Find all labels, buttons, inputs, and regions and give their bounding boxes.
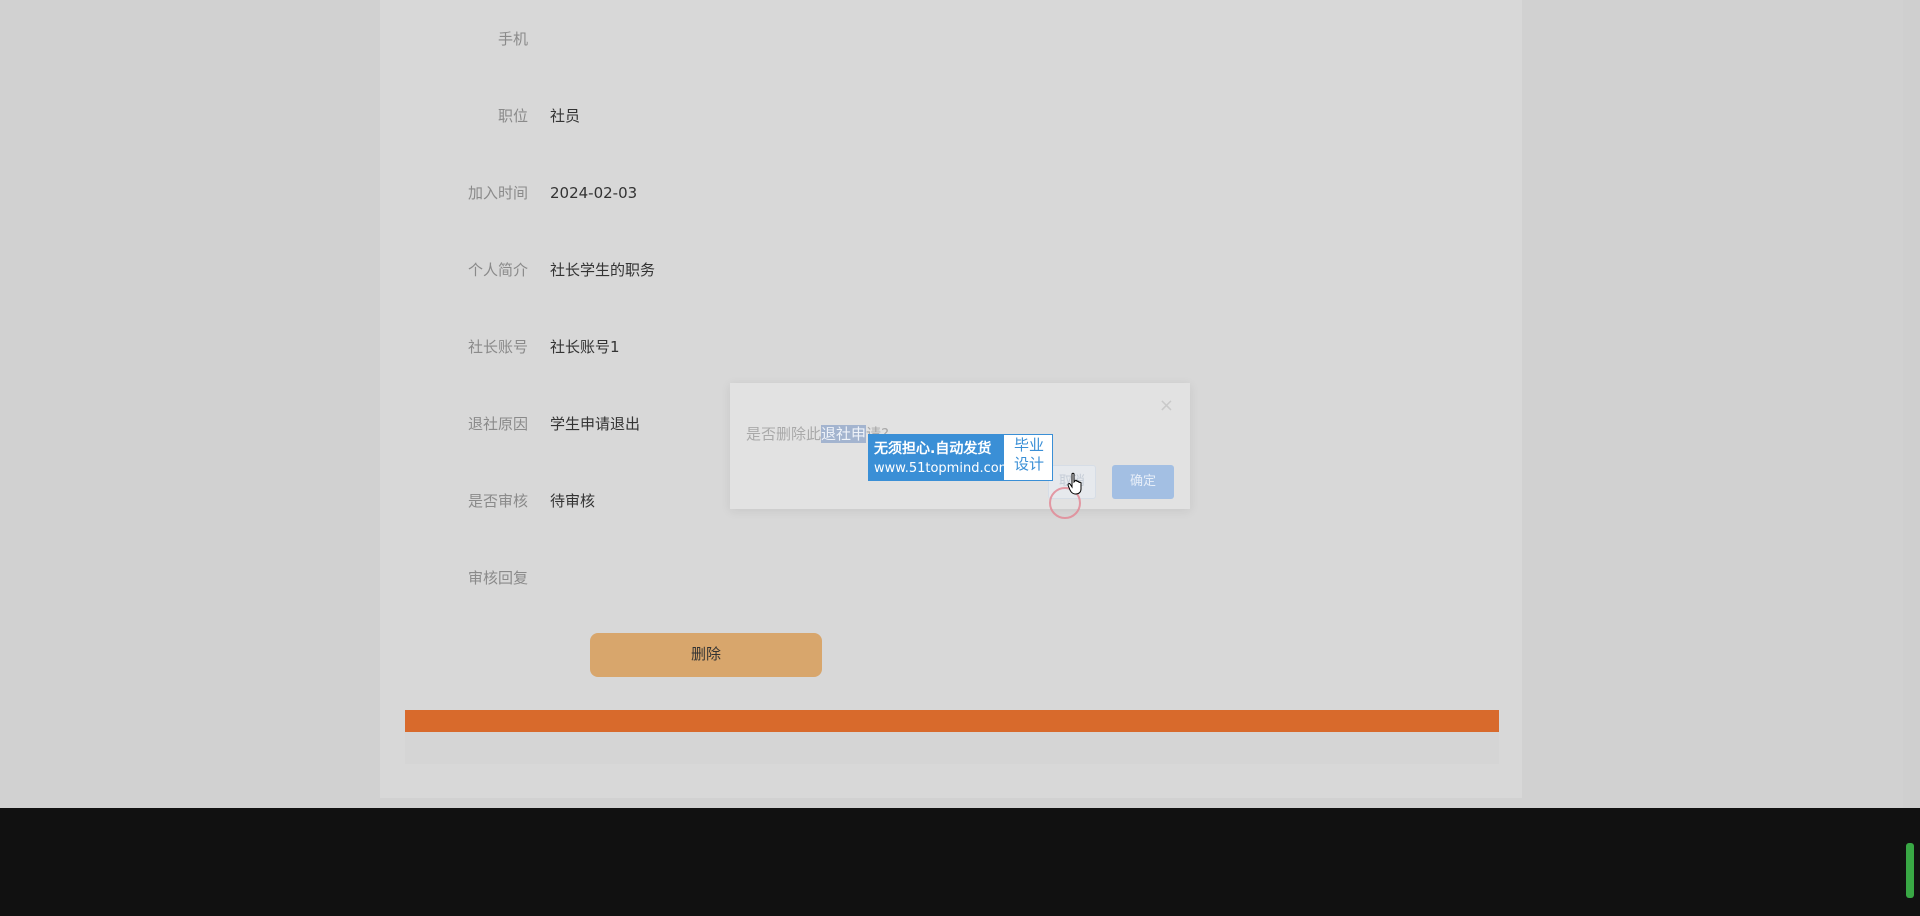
field-label: 社长账号 (467, 338, 528, 356)
confirm-button[interactable]: 确定 (1112, 465, 1174, 499)
footer-bar (405, 710, 1499, 732)
watermark-left: 无须担心.自动发货 www.51topmind.com (869, 435, 1011, 480)
field-label: 加入时间 (467, 184, 528, 202)
field-value: 社长账号1 (550, 338, 620, 356)
page-scrollbar[interactable] (1903, 0, 1920, 808)
dialog-message-prefix: 是否删除此 (746, 425, 822, 443)
field-value: 学生申请退出 (550, 415, 641, 433)
taskbar (0, 808, 1920, 916)
field-value: 待审核 (550, 492, 596, 510)
dialog-message-highlight: 退社申 (821, 425, 867, 443)
field-label: 是否审核 (467, 492, 528, 510)
watermark-logo: 无须担心.自动发货 www.51topmind.com 毕业 设计 (868, 434, 1053, 481)
field-value: 2024-02-03 (550, 184, 638, 202)
watermark-right-line2: 设计 (1013, 455, 1044, 473)
watermark-line2: www.51topmind.com (874, 461, 1012, 476)
watermark-right-line1: 毕业 (1013, 436, 1044, 454)
hand-cursor-icon (1067, 472, 1082, 495)
close-icon[interactable]: × (1159, 397, 1174, 415)
scroll-indicator (1906, 843, 1914, 898)
footer-strip (405, 732, 1499, 764)
field-label: 退社原因 (467, 415, 528, 433)
field-label: 个人简介 (467, 261, 528, 279)
delete-button[interactable]: 删除 (590, 633, 822, 677)
watermark-line1: 无须担心.自动发货 (874, 441, 992, 457)
field-value: 社员 (550, 107, 581, 125)
field-label: 职位 (497, 107, 528, 125)
watermark-right: 毕业 设计 (1006, 436, 1052, 474)
field-label: 审核回复 (467, 569, 528, 587)
field-value: 社长学生的职务 (550, 261, 656, 279)
field-label: 手机 (497, 30, 528, 48)
